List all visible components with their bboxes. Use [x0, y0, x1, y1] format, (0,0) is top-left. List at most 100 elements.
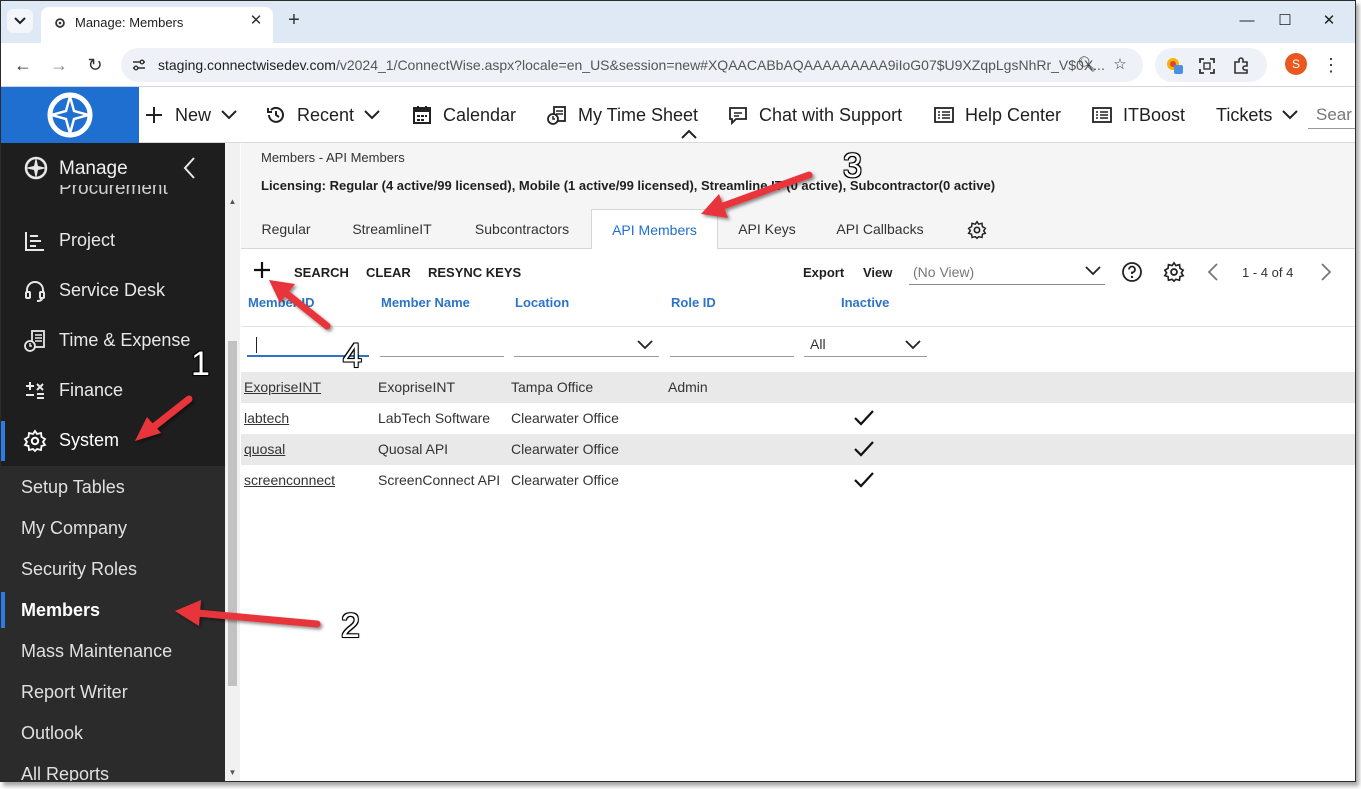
browser-toolbar: ← → ↻ staging.connectwisedev.com/v2024_1… — [1, 43, 1355, 87]
browser-tabstrip: Manage: Members ✕ + — ☐ ✕ — [1, 1, 1355, 43]
view-select[interactable]: (No View) — [909, 259, 1105, 285]
members-grid-panel: SEARCH CLEAR RESYNC KEYS Export View (No… — [241, 249, 1355, 781]
global-search-input[interactable]: Sear — [1308, 101, 1355, 129]
nav-recent[interactable]: Recent — [265, 103, 380, 127]
sidebar-sub-my-company[interactable]: My Company — [1, 510, 225, 546]
app-header: New Recent Calendar My Time Sheet Chat w… — [1, 87, 1355, 143]
member-id-link[interactable]: labtech — [244, 410, 289, 426]
annotation-number-3: 3 — [843, 147, 862, 185]
help-icon[interactable] — [1121, 261, 1143, 283]
sidebar-sub-security-roles[interactable]: Security Roles — [1, 551, 225, 587]
chevron-down-icon — [637, 340, 653, 350]
reload-button[interactable]: ↻ — [83, 53, 107, 77]
sidebar-item-service-desk[interactable]: Service Desk — [1, 271, 225, 311]
close-window-button[interactable]: ✕ — [1307, 9, 1351, 33]
member-id-link[interactable]: ExopriseINT — [244, 379, 321, 395]
project-icon — [25, 232, 44, 251]
sidebar-scrollbar[interactable]: ▲ ▼ — [225, 143, 240, 781]
location-cell: Clearwater Office — [511, 472, 619, 488]
member-id-link[interactable]: quosal — [244, 441, 285, 457]
sidebar-sub-mass-maintenance[interactable]: Mass Maintenance — [1, 633, 225, 669]
tab-settings-gear-icon[interactable] — [967, 220, 987, 240]
sidebar-sub-all-reports[interactable]: All Reports — [1, 756, 225, 781]
history-icon — [267, 106, 284, 123]
search-button[interactable]: SEARCH — [294, 265, 349, 280]
gear-icon — [55, 18, 65, 28]
forward-button[interactable]: → — [47, 53, 71, 77]
sidebar-item-system[interactable]: System — [1, 421, 225, 461]
sidebar-sub-outlook[interactable]: Outlook — [1, 715, 225, 751]
col-role-id[interactable]: Role ID — [671, 295, 716, 310]
url-text: staging.connectwisedev.com/v2024_1/Conne… — [158, 57, 1105, 73]
sidebar-item-project[interactable]: Project — [1, 221, 225, 261]
nav-tickets[interactable]: Tickets — [1216, 103, 1299, 127]
tab-subcontractors[interactable]: Subcontractors — [467, 209, 577, 249]
address-bar[interactable]: staging.connectwisedev.com/v2024_1/Conne… — [121, 48, 1143, 82]
new-tab-button[interactable]: + — [285, 10, 303, 30]
col-inactive[interactable]: Inactive — [841, 295, 889, 310]
puzzle-extensions-icon[interactable] — [1231, 56, 1251, 76]
browser-menu-icon[interactable]: ⋮ — [1321, 53, 1341, 77]
table-row[interactable]: screenconnect ScreenConnect API Clearwat… — [241, 465, 1355, 496]
member-id-link[interactable]: screenconnect — [244, 472, 335, 488]
close-tab-icon[interactable]: ✕ — [247, 12, 265, 30]
browser-tab-active[interactable]: Manage: Members ✕ — [41, 7, 273, 43]
collapse-sidebar-icon[interactable] — [179, 153, 201, 183]
view-label: View — [863, 265, 893, 280]
grid-settings-gear-icon[interactable] — [1163, 261, 1185, 283]
resync-keys-button[interactable]: RESYNC KEYS — [428, 265, 521, 280]
next-page-icon[interactable] — [1314, 261, 1336, 283]
tab-title: Manage: Members — [75, 15, 184, 30]
table-row[interactable]: ExopriseINT ExopriseINT Tampa Office Adm… — [241, 372, 1355, 403]
role-id-filter-input[interactable] — [670, 331, 794, 357]
col-member-name[interactable]: Member Name — [381, 295, 470, 310]
zoom-icon[interactable]: 🔍︎ — [1077, 56, 1096, 74]
clear-button[interactable]: CLEAR — [366, 265, 411, 280]
tab-streamlineit[interactable]: StreamlineIT — [347, 209, 437, 249]
sidebar-header[interactable]: Manage — [1, 151, 225, 187]
export-button[interactable]: Export — [803, 265, 844, 280]
extension-app-icon[interactable] — [1165, 56, 1185, 76]
table-row[interactable]: quosal Quosal API Clearwater Office — [241, 434, 1355, 465]
bookmark-star-icon[interactable]: ☆ — [1111, 56, 1129, 74]
scroll-down-arrow[interactable]: ▼ — [227, 768, 238, 778]
timesheet-icon — [547, 106, 566, 125]
tab-api-keys[interactable]: API Keys — [731, 209, 803, 249]
member-name-filter-input[interactable] — [380, 331, 504, 357]
sidebar-sub-setup-tables[interactable]: Setup Tables — [1, 469, 225, 505]
text-caret — [256, 337, 257, 353]
sidebar-sub-report-writer[interactable]: Report Writer — [1, 674, 225, 710]
sidebar-sub-members[interactable]: Members — [1, 592, 225, 628]
sidebar-item-procurement[interactable]: Procurement — [59, 185, 168, 197]
inactive-filter-select[interactable]: All — [804, 331, 927, 357]
tab-api-members[interactable]: API Members — [591, 209, 718, 250]
finance-icon — [26, 382, 44, 399]
chevron-up-icon — [681, 129, 697, 139]
nav-new[interactable]: New — [143, 103, 237, 127]
col-location[interactable]: Location — [515, 295, 569, 310]
extensions-group — [1155, 48, 1267, 82]
back-button[interactable]: ← — [11, 53, 35, 77]
nav-my-time-sheet[interactable]: My Time Sheet — [546, 103, 698, 127]
nav-calendar[interactable]: Calendar — [411, 103, 516, 127]
screenshot-icon[interactable] — [1197, 56, 1217, 76]
connectwise-logo[interactable] — [1, 87, 139, 143]
scroll-up-arrow[interactable]: ▲ — [227, 197, 238, 207]
tab-search-button[interactable] — [7, 9, 33, 33]
site-info-icon[interactable] — [131, 57, 147, 73]
nav-chat-with-support[interactable]: Chat with Support — [727, 103, 902, 127]
scroll-thumb[interactable] — [228, 341, 237, 686]
tab-regular[interactable]: Regular — [251, 209, 321, 249]
add-member-button[interactable] — [251, 259, 273, 281]
help-center-icon — [934, 107, 954, 123]
col-member-id[interactable]: Member ID — [248, 295, 314, 310]
previous-page-icon[interactable] — [1203, 261, 1225, 283]
nav-itboost[interactable]: ITBoost — [1091, 103, 1185, 127]
tab-api-callbacks[interactable]: API Callbacks — [831, 209, 929, 249]
location-filter-select[interactable] — [514, 331, 659, 357]
table-row[interactable]: labtech LabTech Software Clearwater Offi… — [241, 403, 1355, 434]
checkmark-icon — [854, 441, 874, 457]
nav-help-center[interactable]: Help Center — [933, 103, 1061, 127]
profile-avatar[interactable]: S — [1285, 53, 1307, 75]
maximize-button[interactable]: ☐ — [1263, 9, 1307, 33]
